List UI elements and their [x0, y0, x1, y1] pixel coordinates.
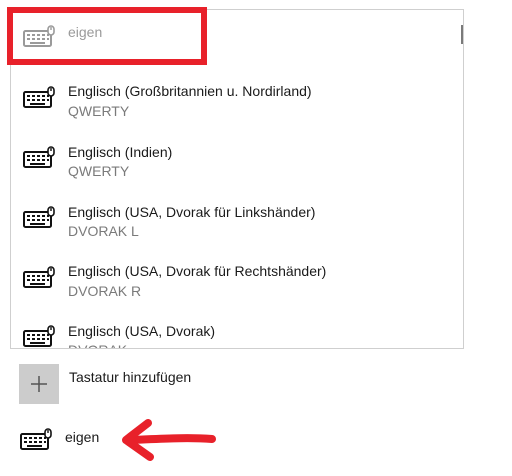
keyboard-icon [20, 428, 53, 452]
list-item-title: Englisch (Indien) [68, 144, 173, 160]
list-item-subtitle: QWERTY [68, 103, 130, 119]
list-item-subtitle: DVORAK L [68, 223, 139, 239]
list-item-title: Englisch (USA, Dvorak) [68, 323, 216, 339]
keyboard-icon [23, 86, 56, 110]
highlight-annotation [7, 7, 207, 65]
list-item-subtitle: QWERTY [68, 163, 130, 179]
plus-icon [31, 376, 47, 392]
list-item-title: Englisch (Großbritannien u. Nordirland) [68, 83, 312, 99]
keyboard-icon [23, 325, 56, 348]
installed-keyboard-label: eigen [65, 429, 100, 445]
keyboard-icon [23, 146, 56, 170]
add-keyboard-label[interactable]: Tastatur hinzufügen [69, 368, 191, 386]
arrow-annotation [122, 419, 216, 461]
list-item-subtitle: DVORAK [68, 341, 127, 348]
keyboard-icon [23, 206, 56, 230]
add-keyboard-button[interactable] [19, 364, 59, 404]
list-item-title: Englisch (USA, Dvorak für Rechtshänder) [68, 263, 327, 279]
keyboard-icon [23, 266, 56, 290]
list-item-title: Englisch (USA, Dvorak für Linkshänder) [68, 204, 316, 220]
scrollbar-thumb[interactable] [461, 25, 463, 44]
list-item-subtitle: DVORAK R [68, 283, 142, 299]
